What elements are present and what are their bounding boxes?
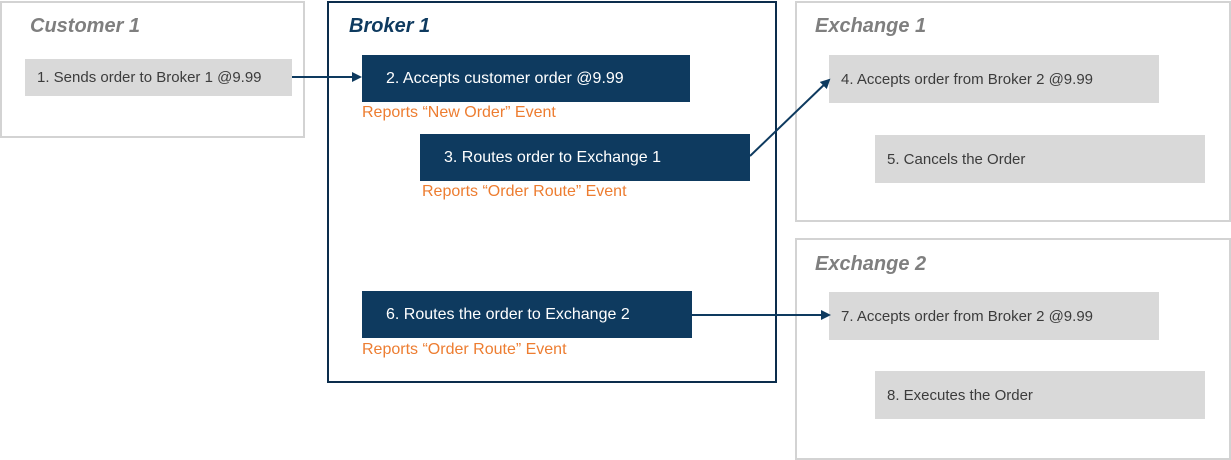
step-3-box: 3. Routes order to Exchange 1 <box>420 134 750 181</box>
broker-panel-title: Broker 1 <box>349 15 431 37</box>
new-order-event-label: Reports “New Order” Event <box>362 104 556 121</box>
order-route-event-label-1: Reports “Order Route” Event <box>422 183 627 200</box>
order-route-event-label-2: Reports “Order Route” Event <box>362 341 567 358</box>
exchange-1-panel-title: Exchange 1 <box>815 15 927 37</box>
customer-panel-title: Customer 1 <box>30 15 141 37</box>
step-5-box: 5. Cancels the Order <box>875 135 1205 183</box>
step-2-box: 2. Accepts customer order @9.99 <box>362 55 690 102</box>
step-7-box: 7. Accepts order from Broker 2 @9.99 <box>829 292 1159 340</box>
step-4-box: 4. Accepts order from Broker 2 @9.99 <box>829 55 1159 103</box>
step-1-box: 1. Sends order to Broker 1 @9.99 <box>25 59 292 96</box>
step-8-box: 8. Executes the Order <box>875 371 1205 419</box>
step-6-box: 6. Routes the order to Exchange 2 <box>362 291 692 338</box>
exchange-2-panel-title: Exchange 2 <box>815 253 927 275</box>
